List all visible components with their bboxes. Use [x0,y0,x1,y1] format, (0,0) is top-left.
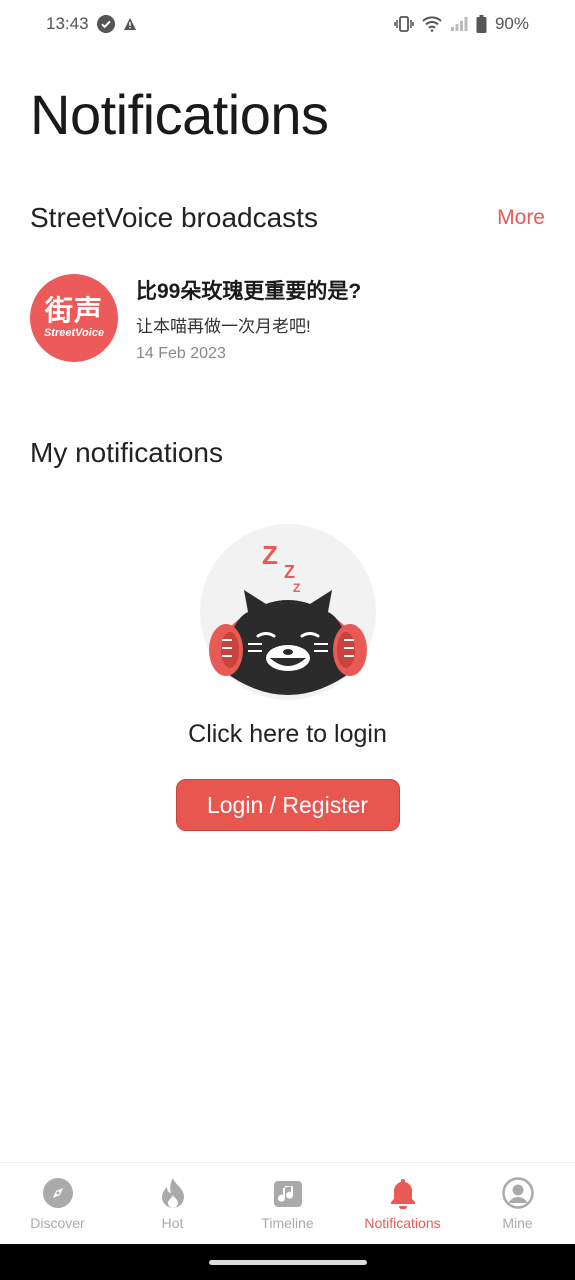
my-notifications-section-title: My notifications [30,437,223,468]
logo-text-en: StreetVoice [43,327,105,339]
bell-icon [387,1177,419,1209]
alert-icon [123,17,137,31]
status-time: 13:43 [46,14,89,33]
empty-state: Z Z Z Click here to login Login / Regist… [0,524,575,831]
bottom-nav: Discover Hot Timeline Notifications Mine [0,1162,575,1244]
home-gesture-handle[interactable] [208,1259,367,1265]
flame-icon [157,1177,189,1209]
music-note-icon [272,1177,304,1209]
battery-percent: 90% [494,14,529,33]
nav-item-notifications[interactable]: Notifications [345,1163,460,1244]
status-bar: 13:43 90% [0,0,575,48]
notifications-screen: 13:43 90% Notifications StreetVoice broa… [0,0,575,1280]
svg-text:Z: Z [262,540,278,570]
nav-item-discover[interactable]: Discover [0,1163,115,1244]
login-prompt[interactable]: Click here to login [188,720,387,749]
broadcast-date: 14 Feb 2023 [136,345,226,362]
page-title: Notifications [30,83,329,146]
sleeping-cat-headphones-icon: Z Z Z [199,524,376,700]
broadcasts-section-title: StreetVoice broadcasts [30,202,318,233]
logo-text-cn: 街声 [44,295,103,326]
nav-item-hot[interactable]: Hot [115,1163,230,1244]
more-link[interactable]: More [497,206,545,230]
compass-icon [42,1177,74,1209]
wifi-icon [422,16,442,32]
svg-text:Z: Z [293,581,300,595]
nav-label-discover: Discover [30,1215,85,1231]
check-circle-icon [96,15,115,33]
user-icon [501,1177,534,1209]
nav-item-mine[interactable]: Mine [460,1163,575,1244]
login-register-button[interactable]: Login / Register [175,779,400,831]
nav-label-mine: Mine [502,1215,533,1231]
broadcast-subtitle: 让本喵再做一次月老吧! [136,317,311,336]
nav-item-timeline[interactable]: Timeline [230,1163,345,1244]
nav-label-notifications: Notifications [364,1215,441,1231]
gesture-bar [0,1244,575,1280]
signal-icon [450,16,468,32]
broadcast-title: 比99朵玫瑰更重要的是? [136,280,362,303]
broadcast-item[interactable]: 街声 StreetVoice 比99朵玫瑰更重要的是? 让本喵再做一次月老吧! … [30,274,545,364]
svg-text:Z: Z [284,562,295,582]
streetvoice-logo: 街声 StreetVoice [30,274,118,362]
my-notifications-header: My notifications [30,437,545,469]
battery-icon [476,15,487,33]
broadcasts-header: StreetVoice broadcasts More [30,202,545,234]
nav-label-timeline: Timeline [261,1215,314,1231]
vibrate-icon [394,16,414,32]
nav-label-hot: Hot [161,1215,184,1231]
